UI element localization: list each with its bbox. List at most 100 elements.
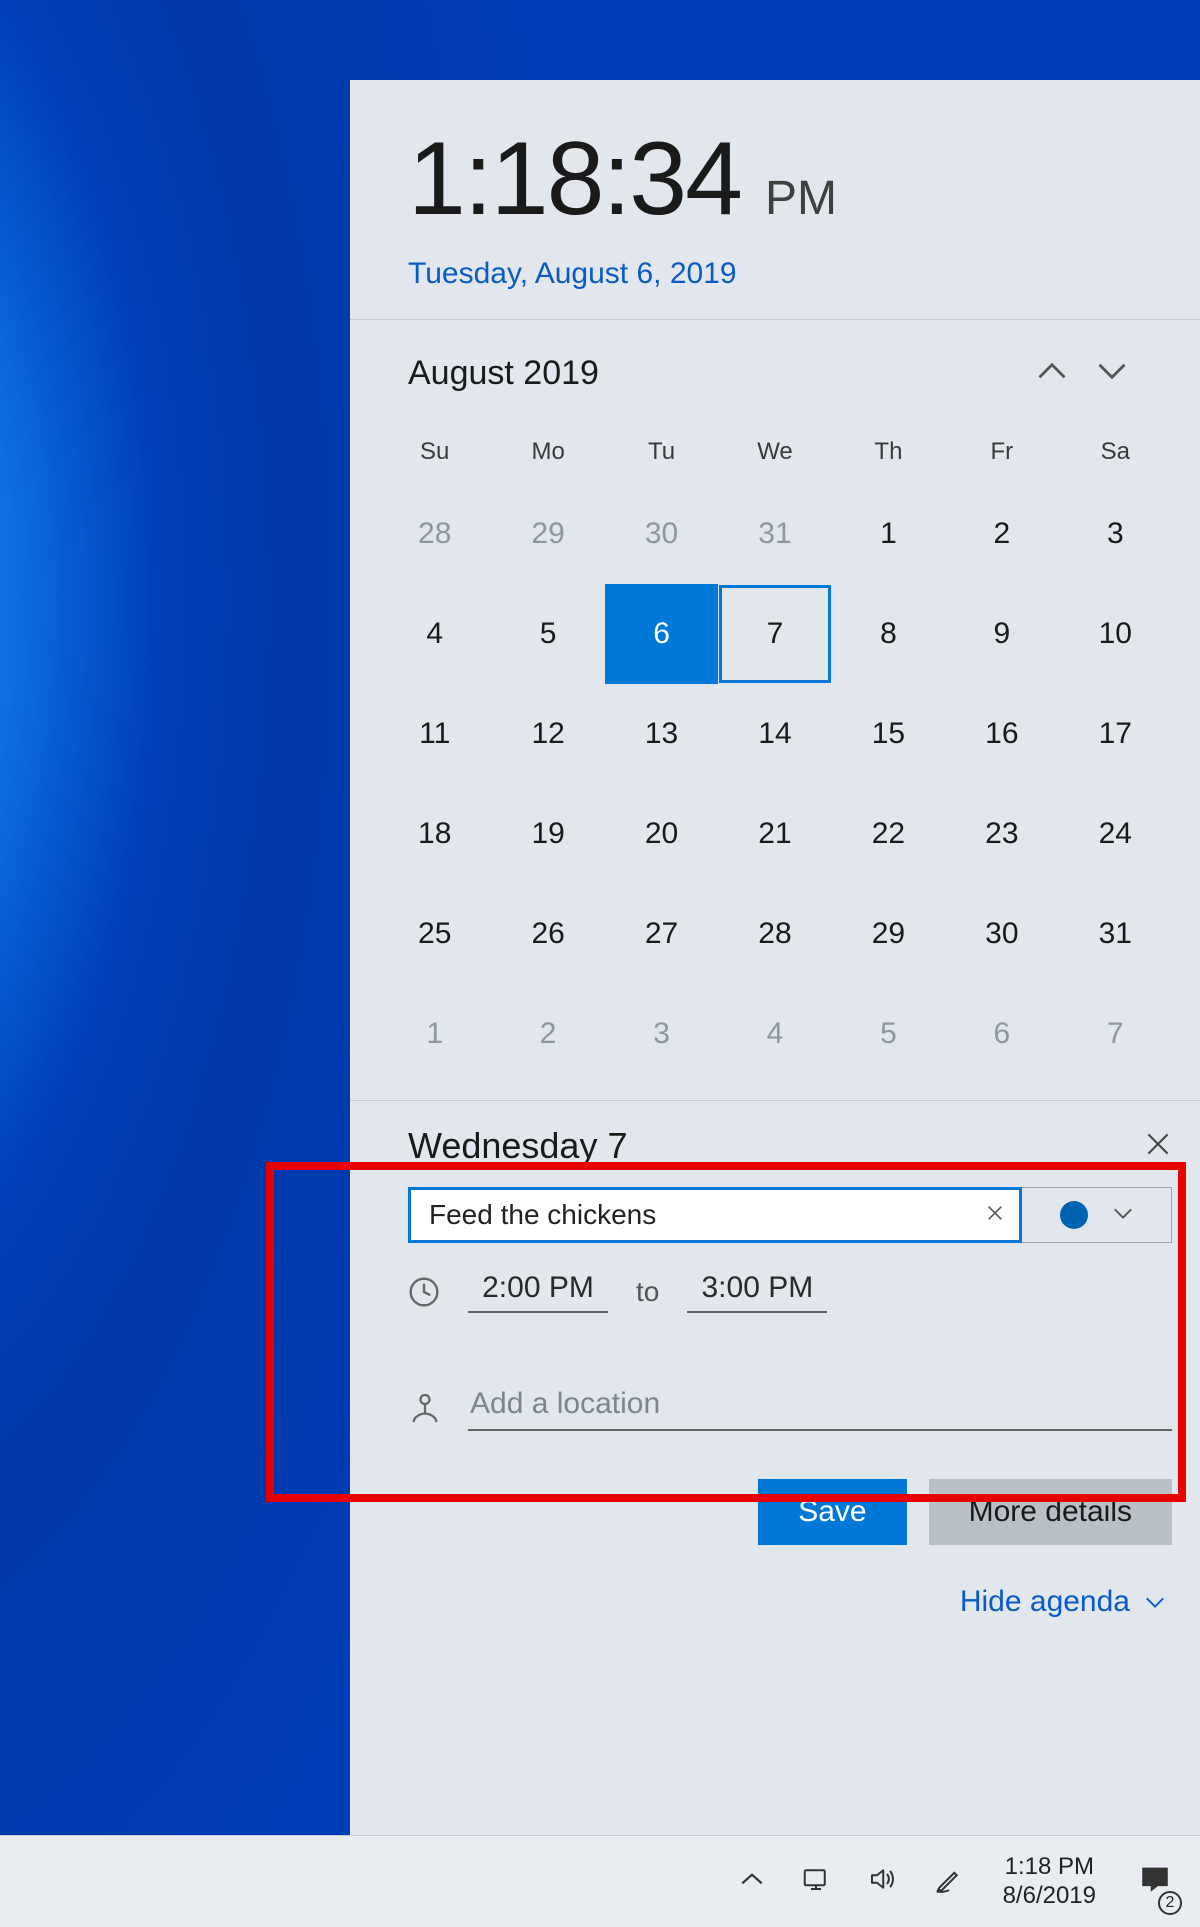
dow-header: Th xyxy=(832,416,945,484)
date-long[interactable]: Tuesday, August 6, 2019 xyxy=(408,257,1174,291)
prev-month-button[interactable] xyxy=(1022,348,1082,398)
time-ampm: PM xyxy=(765,171,837,226)
to-label: to xyxy=(636,1276,659,1308)
chevron-down-icon xyxy=(1112,1205,1134,1226)
calendar-day[interactable]: 29 xyxy=(832,884,945,984)
notification-badge: 2 xyxy=(1158,1891,1182,1915)
tray-notifications-button[interactable]: 2 xyxy=(1118,1836,1192,1927)
calendar-day[interactable]: 28 xyxy=(378,484,491,584)
dow-header: We xyxy=(718,416,831,484)
calendar-day[interactable]: 17 xyxy=(1059,684,1172,784)
calendar-day[interactable]: 14 xyxy=(718,684,831,784)
dow-header: Mo xyxy=(491,416,604,484)
calendar-day[interactable]: 1 xyxy=(378,984,491,1084)
calendar-day[interactable]: 20 xyxy=(605,784,718,884)
calendar-grid: SuMoTuWeThFrSa28293031123456789101112131… xyxy=(350,406,1200,1084)
start-time-field[interactable]: 2:00 PM xyxy=(468,1271,608,1313)
location-input[interactable] xyxy=(468,1383,1172,1431)
calendar-day[interactable]: 6 xyxy=(945,984,1058,1084)
tray-time: 1:18 PM xyxy=(1005,1853,1094,1882)
calendar-day[interactable]: 12 xyxy=(491,684,604,784)
end-time-field[interactable]: 3:00 PM xyxy=(687,1271,827,1313)
dow-header: Fr xyxy=(945,416,1058,484)
volume-icon xyxy=(867,1864,897,1899)
next-month-button[interactable] xyxy=(1082,348,1142,398)
calendar-day[interactable]: 3 xyxy=(1059,484,1172,584)
calendar-flyout: 1:18:34 PM Tuesday, August 6, 2019 Augus… xyxy=(350,80,1200,1835)
hide-agenda-link[interactable]: Hide agenda xyxy=(960,1585,1166,1619)
dow-header: Sa xyxy=(1059,416,1172,484)
calendar-day[interactable]: 4 xyxy=(718,984,831,1084)
save-button[interactable]: Save xyxy=(758,1479,906,1545)
calendar-day[interactable]: 16 xyxy=(945,684,1058,784)
chevron-up-icon xyxy=(739,1869,765,1894)
pen-icon xyxy=(933,1864,963,1899)
calendar-day[interactable]: 1 xyxy=(832,484,945,584)
calendar-day[interactable]: 6 xyxy=(605,584,718,684)
agenda-header: Wednesday 7 xyxy=(408,1125,1172,1167)
location-row xyxy=(350,1383,1200,1431)
calendar-day[interactable]: 30 xyxy=(605,484,718,584)
calendar-day[interactable]: 11 xyxy=(378,684,491,784)
chevron-up-icon xyxy=(1037,360,1067,387)
calendar-day[interactable]: 7 xyxy=(1059,984,1172,1084)
calendar-color-picker[interactable] xyxy=(1022,1187,1172,1243)
calendar-day[interactable]: 27 xyxy=(605,884,718,984)
calendar-day[interactable]: 2 xyxy=(491,984,604,1084)
chevron-down-icon xyxy=(1097,360,1127,387)
calendar-day[interactable]: 25 xyxy=(378,884,491,984)
calendar-day[interactable]: 31 xyxy=(718,484,831,584)
calendar-day[interactable]: 10 xyxy=(1059,584,1172,684)
event-title-input[interactable] xyxy=(429,1199,979,1231)
close-agenda-button[interactable] xyxy=(1138,1126,1178,1166)
taskbar: 1:18 PM 8/6/2019 2 xyxy=(0,1835,1200,1927)
more-details-button[interactable]: More details xyxy=(929,1479,1172,1545)
event-title-field-wrap xyxy=(408,1187,1022,1243)
calendar-day[interactable]: 7 xyxy=(718,584,831,684)
dow-header: Tu xyxy=(605,416,718,484)
calendar-day[interactable]: 29 xyxy=(491,484,604,584)
calendar-day[interactable]: 15 xyxy=(832,684,945,784)
calendar-day[interactable]: 5 xyxy=(491,584,604,684)
calendar-day[interactable]: 3 xyxy=(605,984,718,1084)
calendar-day[interactable]: 30 xyxy=(945,884,1058,984)
calendar-day[interactable]: 18 xyxy=(378,784,491,884)
tray-clock[interactable]: 1:18 PM 8/6/2019 xyxy=(981,1836,1118,1927)
calendar-day[interactable]: 19 xyxy=(491,784,604,884)
tray-overflow-button[interactable] xyxy=(721,1836,783,1927)
calendar-day[interactable]: 13 xyxy=(605,684,718,784)
tray-volume-button[interactable] xyxy=(849,1836,915,1927)
calendar-day[interactable]: 22 xyxy=(832,784,945,884)
tray-ink-button[interactable] xyxy=(915,1836,981,1927)
calendar-day[interactable]: 31 xyxy=(1059,884,1172,984)
calendar-day[interactable]: 28 xyxy=(718,884,831,984)
tray-network-button[interactable] xyxy=(783,1836,849,1927)
calendar-day[interactable]: 8 xyxy=(832,584,945,684)
event-time-row: 2:00 PM to 3:00 PM xyxy=(408,1271,1172,1313)
month-nav: August 2019 xyxy=(350,320,1200,406)
time-row: 1:18:34 PM xyxy=(408,120,1174,239)
month-label[interactable]: August 2019 xyxy=(408,354,1022,393)
hide-agenda-row: Hide agenda xyxy=(350,1545,1200,1619)
agenda-date-title: Wednesday 7 xyxy=(408,1125,1138,1167)
calendar-day[interactable]: 5 xyxy=(832,984,945,1084)
calendar-day[interactable]: 24 xyxy=(1059,784,1172,884)
calendar-day[interactable]: 2 xyxy=(945,484,1058,584)
clear-title-button[interactable] xyxy=(979,1199,1011,1231)
calendar-day[interactable]: 26 xyxy=(491,884,604,984)
clock-icon xyxy=(408,1276,440,1308)
calendar-day[interactable]: 4 xyxy=(378,584,491,684)
close-icon xyxy=(1146,1132,1170,1161)
clock-header: 1:18:34 PM Tuesday, August 6, 2019 xyxy=(350,80,1200,320)
chevron-down-icon xyxy=(1144,1594,1166,1610)
color-dot-icon xyxy=(1060,1201,1088,1229)
calendar-day[interactable]: 21 xyxy=(718,784,831,884)
calendar-day[interactable]: 23 xyxy=(945,784,1058,884)
network-icon xyxy=(801,1864,831,1899)
time-value: 1:18:34 xyxy=(408,120,741,239)
calendar-day[interactable]: 9 xyxy=(945,584,1058,684)
location-icon xyxy=(408,1391,442,1431)
button-row: Save More details xyxy=(350,1431,1200,1545)
agenda-panel: Wednesday 7 xyxy=(350,1101,1200,1313)
close-icon xyxy=(986,1204,1004,1227)
